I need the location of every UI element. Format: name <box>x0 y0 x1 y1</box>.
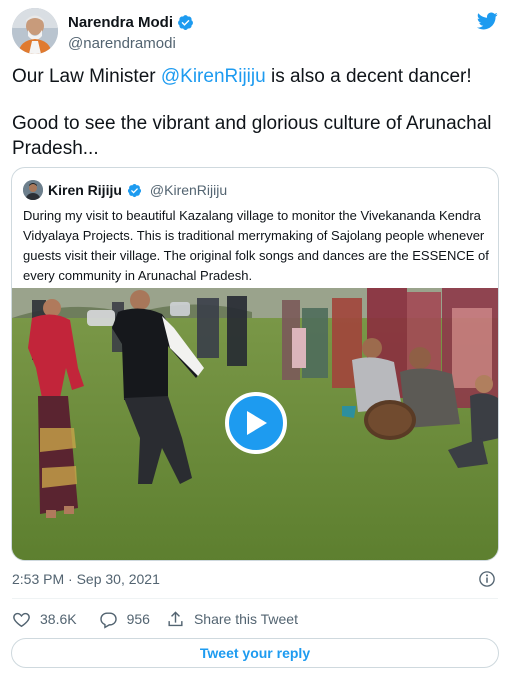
reply-button[interactable]: 956 <box>99 610 150 629</box>
reply-bubble-icon <box>99 611 117 629</box>
author-block: Narendra Modi @narendramodi <box>68 14 194 52</box>
tweet-your-reply-button[interactable]: Tweet your reply <box>11 638 499 668</box>
mention-link[interactable]: @KirenRijiju <box>161 66 266 87</box>
author-name[interactable]: Narendra Modi <box>68 14 173 31</box>
twitter-bird-icon[interactable] <box>476 10 498 32</box>
quoted-author-avatar <box>23 180 43 200</box>
quoted-tweet[interactable]: Kiren Rijiju @KirenRijiju During my visi… <box>11 167 499 561</box>
like-button[interactable]: 38.6K <box>12 610 77 629</box>
like-count: 38.6K <box>40 611 77 627</box>
info-icon[interactable] <box>478 570 496 588</box>
tweet-paragraph-2: Good to see the vibrant and glorious cul… <box>12 113 492 159</box>
tweet-text-end: is also a decent dancer! <box>265 66 472 87</box>
share-icon <box>168 610 183 626</box>
author-name-row: Narendra Modi <box>68 14 194 31</box>
verified-badge-icon <box>178 15 193 30</box>
author-avatar[interactable] <box>12 8 58 54</box>
tweet-text-start: Our Law Minister <box>12 66 161 87</box>
play-icon <box>247 411 267 435</box>
tweet-paragraph-1: Our Law Minister @KirenRijiju is also a … <box>12 64 498 89</box>
share-button[interactable]: Share this Tweet <box>166 610 298 629</box>
quoted-author-handle: @KirenRijiju <box>149 182 228 198</box>
share-label: Share this Tweet <box>193 611 298 627</box>
quoted-tweet-header: Kiren Rijiju @KirenRijiju <box>23 180 227 200</box>
video-thumbnail[interactable] <box>12 288 498 560</box>
tweet-actions: 38.6K 956 Share this Tweet <box>12 608 298 630</box>
quoted-tweet-text: During my visit to beautiful Kazalang vi… <box>23 208 489 283</box>
tweet-header: Narendra Modi @narendramodi <box>12 8 498 54</box>
verified-badge-icon <box>127 183 141 197</box>
tweet-timestamp[interactable]: 2:53 PM · Sep 30, 2021 <box>12 571 160 587</box>
reply-count: 956 <box>126 611 150 627</box>
divider <box>12 598 498 599</box>
tweet-text: Our Law Minister @KirenRijiju is also a … <box>12 64 498 161</box>
play-button[interactable] <box>225 392 287 454</box>
author-handle[interactable]: @narendramodi <box>68 35 194 52</box>
heart-icon <box>13 612 30 627</box>
quoted-author-name: Kiren Rijiju <box>48 182 122 198</box>
